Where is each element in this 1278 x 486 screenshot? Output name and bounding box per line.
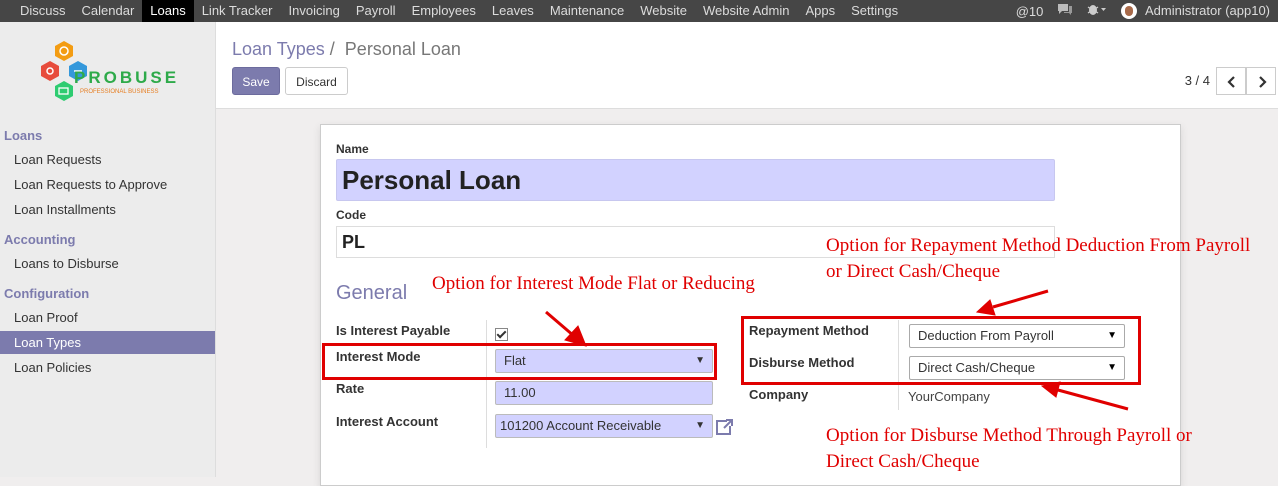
repayment-arrow [975, 289, 1049, 316]
interest-arrow [545, 310, 587, 347]
annotation-arrows [545, 289, 1129, 411]
disburse-arrow [1040, 381, 1129, 411]
